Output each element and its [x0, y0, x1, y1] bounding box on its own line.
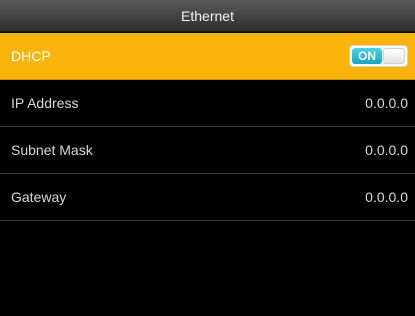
page-title: Ethernet — [181, 7, 234, 24]
settings-row-subnet-mask[interactable]: Subnet Mask 0.0.0.0 — [0, 127, 415, 174]
title-bar: Ethernet — [0, 0, 415, 32]
toggle-knob — [383, 48, 405, 64]
dhcp-label: DHCP — [11, 48, 51, 64]
ethernet-screen: Ethernet DHCP ON IP Address 0.0.0.0 Subn… — [0, 0, 415, 316]
ip-address-value: 0.0.0.0 — [365, 95, 408, 111]
toggle-on-indicator: ON — [352, 48, 382, 64]
settings-row-dhcp[interactable]: DHCP ON — [0, 33, 415, 80]
dhcp-toggle[interactable]: ON — [349, 45, 408, 67]
settings-row-ip-address[interactable]: IP Address 0.0.0.0 — [0, 80, 415, 127]
settings-row-gateway[interactable]: Gateway 0.0.0.0 — [0, 174, 415, 221]
gateway-label: Gateway — [11, 189, 67, 205]
subnet-mask-label: Subnet Mask — [11, 142, 93, 158]
gateway-value: 0.0.0.0 — [365, 189, 408, 205]
subnet-mask-value: 0.0.0.0 — [365, 142, 408, 158]
ip-address-label: IP Address — [11, 95, 79, 111]
